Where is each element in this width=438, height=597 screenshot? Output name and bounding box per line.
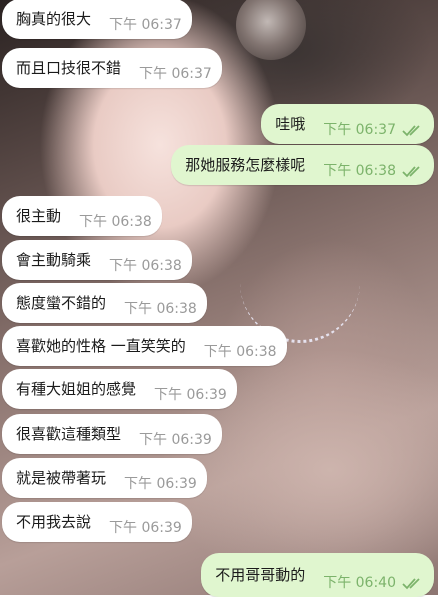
message-text: 會主動騎乘: [16, 251, 92, 269]
message-bubble-outgoing[interactable]: 那她服務怎麼樣呢 下午 06:38: [171, 145, 434, 185]
message-time: 下午 06:38: [109, 258, 182, 274]
message-text: 不用哥哥動的: [215, 566, 306, 584]
message-bubble-incoming[interactable]: 而且口技很不錯 下午 06:37: [2, 48, 222, 88]
message-time: 下午 06:38: [79, 214, 152, 230]
message-time: 下午 06:38: [323, 163, 396, 179]
message-bubble-incoming[interactable]: 很主動 下午 06:38: [2, 196, 162, 236]
message-text: 很喜歡這種類型: [16, 425, 122, 443]
message-bubble-incoming[interactable]: 就是被帶著玩 下午 06:39: [2, 458, 207, 498]
message-text: 哇哦: [275, 115, 306, 133]
message-text: 而且口技很不錯: [16, 59, 122, 77]
message-bubble-incoming[interactable]: 會主動騎乘 下午 06:38: [2, 240, 192, 280]
message-text: 那她服務怎麼樣呢: [185, 156, 306, 174]
message-text: 就是被帶著玩: [16, 469, 107, 487]
message-text: 態度蠻不錯的: [16, 294, 107, 312]
message-time: 下午 06:37: [109, 17, 182, 33]
message-time: 下午 06:37: [323, 122, 396, 138]
message-text: 很主動: [16, 207, 62, 225]
message-time: 下午 06:40: [323, 575, 396, 591]
message-bubble-incoming[interactable]: 有種大姐姐的感覺 下午 06:39: [2, 369, 237, 409]
message-text: 有種大姐姐的感覺: [16, 380, 137, 398]
message-bubble-incoming[interactable]: 喜歡她的性格 一直笑笑的 下午 06:38: [2, 326, 287, 366]
message-bubble-outgoing[interactable]: 哇哦 下午 06:37: [261, 104, 434, 144]
message-bubble-incoming[interactable]: 不用我去說 下午 06:39: [2, 502, 192, 542]
message-time: 下午 06:38: [203, 344, 277, 360]
message-time: 下午 06:38: [124, 301, 197, 317]
message-bubble-incoming[interactable]: 很喜歡這種類型 下午 06:39: [2, 414, 222, 454]
message-time: 下午 06:39: [109, 520, 182, 536]
message-text: 胸真的很大: [16, 10, 92, 28]
double-check-icon: [402, 578, 420, 590]
double-check-icon: [402, 125, 420, 137]
message-time: 下午 06:39: [154, 387, 227, 403]
message-bubble-outgoing[interactable]: 不用哥哥動的 下午 06:40: [201, 553, 434, 597]
message-time: 下午 06:39: [139, 432, 212, 448]
double-check-icon: [402, 166, 420, 178]
message-time: 下午 06:37: [139, 66, 212, 82]
message-text: 喜歡她的性格 一直笑笑的: [16, 337, 186, 355]
message-bubble-incoming[interactable]: 胸真的很大 下午 06:37: [2, 0, 192, 39]
message-text: 不用我去說: [16, 513, 92, 531]
message-bubble-incoming[interactable]: 態度蠻不錯的 下午 06:38: [2, 283, 207, 323]
message-time: 下午 06:39: [124, 476, 197, 492]
